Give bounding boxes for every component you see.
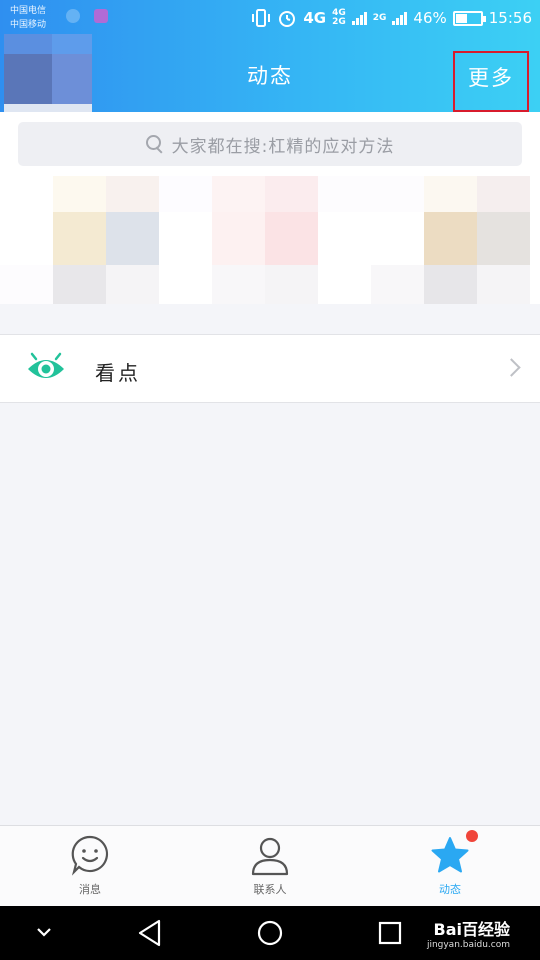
search-icon [145,135,164,153]
tab-dynamics[interactable]: 动态 [360,826,540,907]
list-item-kandian[interactable]: 看点 [0,334,540,403]
tab-messages[interactable]: 消息 [0,826,180,907]
signal-icon-1 [351,11,367,25]
tab-messages-label: 消息 [79,883,101,896]
search-area: 大家都在搜:杠精的应对方法 [0,112,540,176]
clock: 15:56 [488,9,532,27]
system-nav-bar: Bai百经验 jingyan.baidu.com [0,906,540,960]
network-4g: 4G [303,9,327,27]
tab-dynamics-label: 动态 [439,883,461,896]
kandian-label: 看点 [95,361,141,385]
chevron-right-icon [502,358,521,377]
smile-chat-icon [71,835,109,876]
bottom-tab-bar: 消息 联系人 动态 [0,825,540,906]
wifi-icon [66,9,80,23]
tab-contacts[interactable]: 联系人 [180,826,360,907]
watermark-url: jingyan.baidu.com [426,940,510,950]
tab-contacts-label: 联系人 [253,883,287,896]
alarm-icon [279,11,296,27]
network-2g: 2G [372,12,387,23]
status-bar: 中国电信 中国移动 4G 4G 2G 2G 46% 15:56 [0,0,540,34]
star-icon [431,837,469,873]
vibrate-icon [252,9,271,27]
carrier-info: 中国电信 中国移动 [10,4,46,32]
back-icon[interactable] [135,906,165,960]
network-dual: 4G 2G [332,9,346,27]
battery-percent: 46% [413,9,447,27]
watermark-brand: Bai百经验 [433,920,510,939]
hide-nav-chevron-icon[interactable] [34,906,54,960]
banner-image[interactable] [0,176,540,304]
person-icon [251,837,289,876]
gallery-notification-icon [94,9,108,23]
recents-icon[interactable] [376,906,406,960]
search-placeholder: 大家都在搜:杠精的应对方法 [171,136,395,157]
network-2g-small: 2G [332,17,346,27]
status-right: 4G 4G 2G 2G 46% 15:56 [251,6,532,30]
eye-icon [28,352,64,378]
screen: 中国电信 中国移动 4G 4G 2G 2G 46% 15:56 动态 更多 大家… [0,0,540,960]
carrier-1: 中国电信 [10,6,47,16]
more-button[interactable]: 更多 [453,51,529,112]
signal-icon-2 [392,11,408,25]
search-bar[interactable]: 大家都在搜:杠精的应对方法 [18,122,522,166]
battery-icon [452,10,486,26]
home-icon[interactable] [255,906,285,960]
carrier-2: 中国移动 [10,20,47,30]
notification-badge [466,830,478,842]
header-bar: 中国电信 中国移动 4G 4G 2G 2G 46% 15:56 动态 更多 [0,0,540,112]
